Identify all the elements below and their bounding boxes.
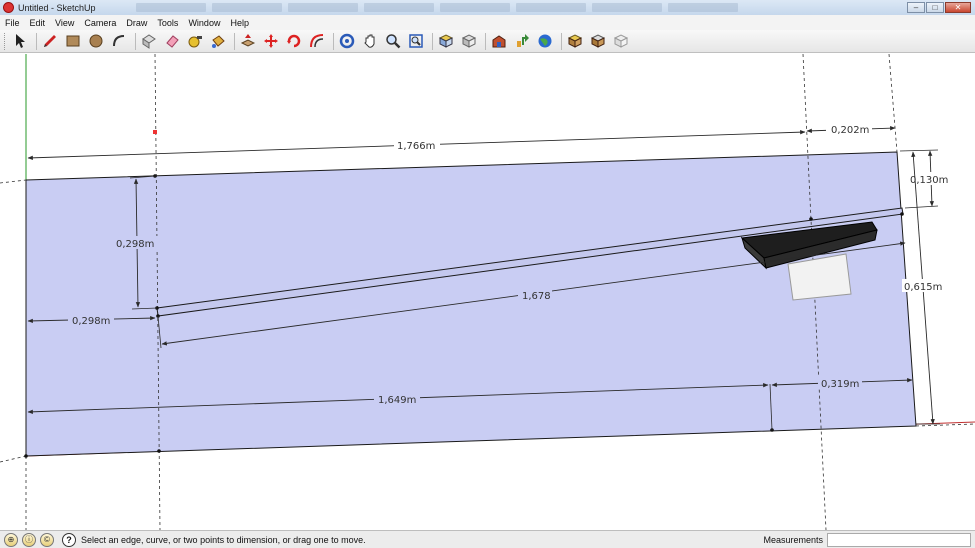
zoom-extents-icon[interactable] xyxy=(406,31,426,51)
toolbar-separator xyxy=(485,32,486,50)
make-component-icon[interactable] xyxy=(139,31,159,51)
toolbar-separator xyxy=(234,32,235,50)
dimension-label-0615[interactable]: 0,615m xyxy=(904,282,942,293)
toolbar xyxy=(0,30,975,53)
taskbar-ghost xyxy=(667,3,738,12)
guide-line xyxy=(888,54,898,153)
status-bar: ⊕ ⓘ © ? Select an edge, curve, or two po… xyxy=(0,530,975,548)
dimension-label-0319[interactable]: 0,319m xyxy=(821,379,859,390)
drawing-viewport[interactable]: 1,766m 0,202m 0,130m 0,298m 0,298m 1,678… xyxy=(0,54,975,530)
rotate-icon[interactable] xyxy=(284,31,304,51)
dimension-label-0298-horizontal[interactable]: 0,298m xyxy=(72,316,110,327)
menu-draw[interactable]: Draw xyxy=(121,18,152,28)
eraser-icon[interactable] xyxy=(162,31,182,51)
menu-tools[interactable]: Tools xyxy=(152,18,183,28)
toolbar-separator xyxy=(561,32,562,50)
previous-view-icon[interactable] xyxy=(436,31,456,51)
menu-bar: File Edit View Camera Draw Tools Window … xyxy=(0,15,975,30)
toolbar-grip[interactable] xyxy=(4,32,7,50)
taskbar-ghost xyxy=(135,3,206,12)
circle-icon[interactable] xyxy=(86,31,106,51)
orbit-icon[interactable] xyxy=(337,31,357,51)
model-canvas[interactable]: 1,766m 0,202m 0,130m 0,298m 0,298m 1,678… xyxy=(0,54,975,530)
menu-help[interactable]: Help xyxy=(225,18,254,28)
dimension-label-1678[interactable]: 1,678 xyxy=(522,291,551,302)
paint-bucket-icon[interactable] xyxy=(208,31,228,51)
measurements-label: Measurements xyxy=(763,534,823,545)
user-icon[interactable]: © xyxy=(40,532,54,547)
taskbar-ghost xyxy=(363,3,434,12)
push-pull-icon[interactable] xyxy=(238,31,258,51)
tape-measure-icon[interactable] xyxy=(185,31,205,51)
move-icon[interactable] xyxy=(261,31,281,51)
taskbar-ghost xyxy=(439,3,510,12)
sketchup-logo-icon xyxy=(3,2,14,13)
share-model-icon[interactable] xyxy=(512,31,532,51)
menu-file[interactable]: File xyxy=(0,18,25,28)
toolbar-separator xyxy=(333,32,334,50)
taskbar-ghost xyxy=(515,3,586,12)
background-taskbar xyxy=(135,3,907,12)
arc-icon[interactable] xyxy=(109,31,129,51)
dimension-label-1766[interactable]: 1,766m xyxy=(397,141,435,152)
vertex xyxy=(809,217,813,221)
credits-icon[interactable]: ⓘ xyxy=(22,532,36,547)
minimize-button[interactable]: – xyxy=(907,2,925,13)
dimension-label-0298-vertical[interactable]: 0,298m xyxy=(116,239,154,250)
close-button[interactable]: ✕ xyxy=(945,2,971,13)
menu-edit[interactable]: Edit xyxy=(25,18,51,28)
dimension-label-0202[interactable]: 0,202m xyxy=(831,125,869,136)
maximize-button[interactable]: □ xyxy=(926,2,944,13)
menu-view[interactable]: View xyxy=(50,18,79,28)
extension-line xyxy=(899,149,939,152)
offset-icon[interactable] xyxy=(307,31,327,51)
toolbar-separator xyxy=(36,32,37,50)
google-earth-icon[interactable] xyxy=(535,31,555,51)
toolbar-separator xyxy=(432,32,433,50)
menu-camera[interactable]: Camera xyxy=(79,18,121,28)
taskbar-ghost xyxy=(211,3,282,12)
guide-line xyxy=(0,455,27,463)
geo-location-icon[interactable]: ⊕ xyxy=(4,532,18,547)
select-icon[interactable] xyxy=(10,31,30,51)
menu-window[interactable]: Window xyxy=(183,18,225,28)
help-icon[interactable]: ? xyxy=(62,532,76,547)
window-title: Untitled - SketchUp xyxy=(18,2,96,13)
vertex xyxy=(157,449,161,453)
status-message: Select an edge, curve, or two points to … xyxy=(81,534,366,545)
pencil-icon[interactable] xyxy=(40,31,60,51)
measurements-input[interactable] xyxy=(827,532,971,547)
taskbar-ghost xyxy=(591,3,662,12)
next-view-icon[interactable] xyxy=(459,31,479,51)
taskbar-ghost xyxy=(287,3,358,12)
share-component-icon[interactable] xyxy=(588,31,608,51)
floor-face[interactable] xyxy=(25,151,917,457)
rectangle-icon[interactable] xyxy=(63,31,83,51)
guide-line xyxy=(0,179,27,184)
toolbar-separator xyxy=(135,32,136,50)
dimension-label-1649[interactable]: 1,649m xyxy=(378,395,416,406)
pan-icon[interactable] xyxy=(360,31,380,51)
zoom-icon[interactable] xyxy=(383,31,403,51)
vertex xyxy=(24,454,28,458)
3d-warehouse-icon[interactable] xyxy=(489,31,509,51)
inference-point xyxy=(153,130,157,134)
title-bar: Untitled - SketchUp – □ ✕ xyxy=(0,0,975,15)
extension-line xyxy=(904,205,939,209)
extension-warehouse-icon[interactable] xyxy=(611,31,631,51)
get-models-icon[interactable] xyxy=(565,31,585,51)
vertex xyxy=(900,212,904,216)
